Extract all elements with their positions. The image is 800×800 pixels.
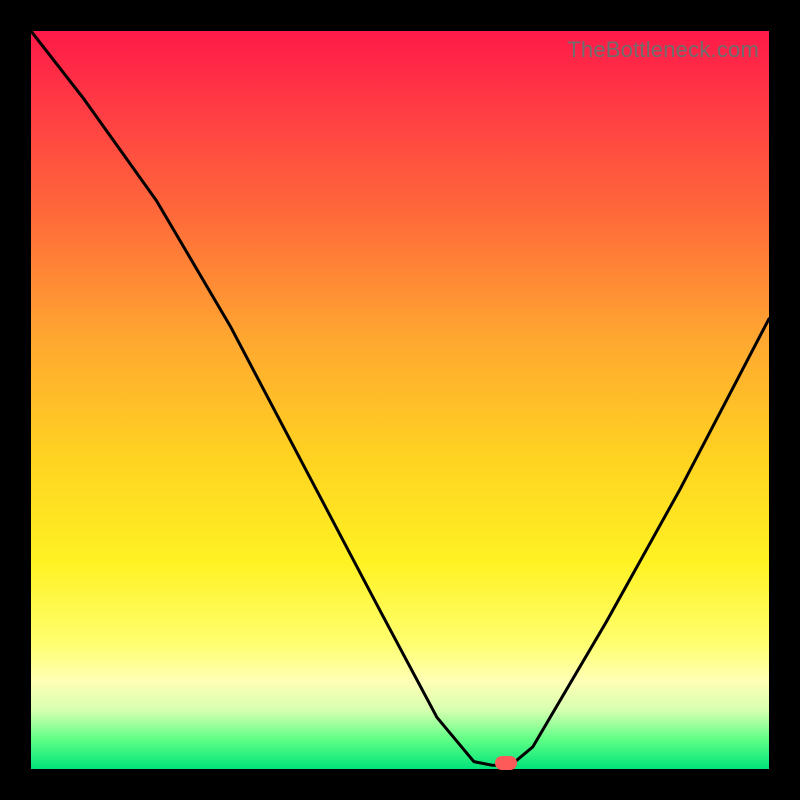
plot-area: TheBottleneck.com	[31, 31, 769, 769]
optimum-marker	[495, 756, 517, 770]
watermark-text: TheBottleneck.com	[567, 37, 759, 63]
bottleneck-curve	[31, 31, 769, 769]
chart-frame: TheBottleneck.com	[0, 0, 800, 800]
